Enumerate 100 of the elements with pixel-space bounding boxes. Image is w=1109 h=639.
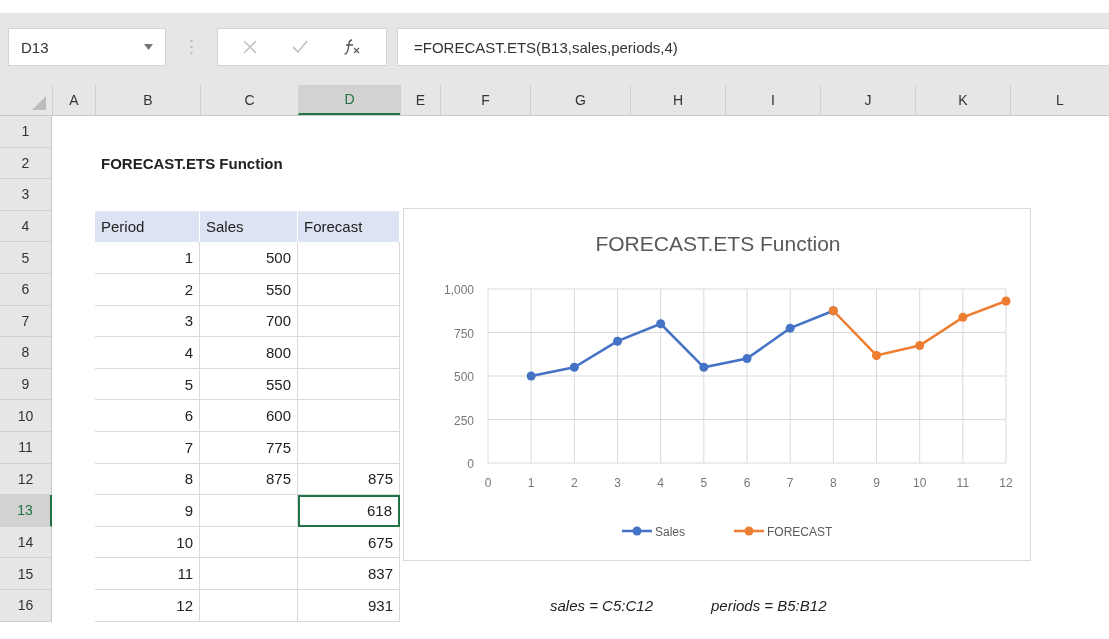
- row-header[interactable]: 16: [0, 589, 52, 622]
- grip-icon: [190, 39, 193, 55]
- row-header[interactable]: 3: [0, 179, 52, 211]
- chart-title: FORECAST.ETS Function: [595, 232, 841, 255]
- table-header-cell: Period: [95, 210, 200, 243]
- row-header[interactable]: 5: [0, 242, 52, 274]
- x-axis-label: 10: [913, 476, 927, 490]
- table-cell[interactable]: 500: [200, 242, 298, 274]
- row-header[interactable]: 13: [0, 495, 52, 527]
- legend-marker-icon: [622, 526, 652, 536]
- table-cell[interactable]: [200, 495, 298, 527]
- table-cell[interactable]: [298, 273, 400, 306]
- column-header[interactable]: K: [915, 85, 1010, 115]
- table-cell[interactable]: 7: [95, 431, 200, 464]
- table-cell[interactable]: 875: [200, 463, 298, 496]
- table-cell[interactable]: 4: [95, 337, 200, 369]
- y-axis-label: 500: [453, 370, 474, 384]
- table-cell[interactable]: 3: [95, 305, 200, 338]
- column-header[interactable]: J: [820, 85, 915, 115]
- insert-function-icon[interactable]: [342, 39, 361, 55]
- column-header[interactable]: F: [440, 85, 530, 115]
- table-cell[interactable]: [298, 400, 400, 432]
- table-cell[interactable]: 1: [95, 242, 200, 274]
- row-header[interactable]: 11: [0, 431, 52, 464]
- legend-label: FORECAST: [767, 525, 833, 539]
- x-axis-label: 2: [571, 476, 578, 490]
- table-cell[interactable]: 875: [298, 463, 400, 496]
- point: [569, 362, 579, 372]
- legend-label: Sales: [655, 525, 686, 539]
- y-axis-label: 250: [453, 413, 474, 428]
- note-text: periods = B5:B12: [711, 597, 827, 615]
- row-header[interactable]: 15: [0, 558, 52, 590]
- table-cell[interactable]: 10: [95, 526, 200, 559]
- table-cell[interactable]: 6: [95, 400, 200, 432]
- row-header[interactable]: 2: [0, 147, 52, 180]
- note-text: sales = C5:C12: [550, 597, 653, 615]
- row-header[interactable]: 1: [0, 116, 52, 148]
- table-cell[interactable]: 675: [298, 526, 400, 559]
- row-header[interactable]: 14: [0, 526, 52, 559]
- x-axis-label: 11: [956, 476, 970, 490]
- row-header[interactable]: 8: [0, 337, 52, 369]
- formula-field[interactable]: =FORECAST.ETS(B13,sales,periods,4): [397, 28, 1109, 66]
- table-cell[interactable]: 931: [298, 589, 400, 622]
- dropdown-caret-icon[interactable]: [144, 44, 153, 50]
- column-header[interactable]: A: [52, 85, 95, 115]
- select-all-icon[interactable]: [32, 96, 46, 110]
- table-cell[interactable]: 700: [200, 305, 298, 338]
- column-header[interactable]: G: [530, 85, 630, 115]
- table-cell[interactable]: 618: [298, 495, 400, 527]
- table-cell[interactable]: [298, 431, 400, 464]
- point: [742, 354, 752, 364]
- column-header[interactable]: H: [630, 85, 725, 115]
- row-header[interactable]: 10: [0, 400, 52, 432]
- row-header[interactable]: 7: [0, 305, 52, 338]
- row-header[interactable]: 12: [0, 463, 52, 496]
- column-header[interactable]: B: [95, 85, 200, 115]
- table-cell[interactable]: [298, 305, 400, 338]
- table-cell[interactable]: 800: [200, 337, 298, 369]
- y-axis-label: 0: [467, 457, 474, 471]
- table-cell[interactable]: [298, 242, 400, 274]
- table-cell[interactable]: [200, 526, 298, 559]
- x-axis-label: 8: [830, 476, 837, 490]
- cancel-icon[interactable]: [243, 40, 258, 54]
- row-header[interactable]: 9: [0, 368, 52, 401]
- point: [656, 319, 666, 329]
- check-icon[interactable]: [292, 40, 308, 54]
- table-cell[interactable]: 5: [95, 368, 200, 401]
- table-cell[interactable]: 2: [95, 273, 200, 306]
- table-cell[interactable]: 550: [200, 273, 298, 306]
- table-cell[interactable]: 9: [95, 495, 200, 527]
- row-header[interactable]: 6: [0, 273, 52, 306]
- table-cell[interactable]: 775: [200, 431, 298, 464]
- x-axis-label: 9: [873, 476, 880, 490]
- column-header[interactable]: E: [400, 85, 440, 115]
- column-header[interactable]: L: [1010, 85, 1109, 115]
- point: [915, 341, 925, 351]
- table-cell[interactable]: 600: [200, 400, 298, 432]
- point: [526, 371, 536, 381]
- table-cell[interactable]: [200, 589, 298, 622]
- table-header-cell: Forecast: [298, 210, 400, 243]
- x-axis-label: 7: [786, 476, 794, 490]
- table-cell[interactable]: [298, 337, 400, 369]
- x-axis-label: 6: [743, 476, 751, 490]
- table-cell[interactable]: [200, 558, 298, 590]
- name-box[interactable]: D13: [8, 28, 166, 66]
- chart-area[interactable]: FORECAST.ETS Function 0 250 500 750 1,000 0 1 2 3 4 5 6 7 8 9 10 11 12 Sales FORECAST: [403, 208, 1031, 561]
- table-cell[interactable]: 550: [200, 368, 298, 401]
- row-header[interactable]: 4: [0, 210, 52, 243]
- table-cell[interactable]: 837: [298, 558, 400, 590]
- column-header[interactable]: D: [298, 85, 400, 115]
- table-header-cell: Sales: [200, 210, 298, 243]
- table-cell[interactable]: [298, 368, 400, 401]
- table-cell[interactable]: 12: [95, 589, 200, 622]
- table-cell[interactable]: 8: [95, 463, 200, 496]
- table-cell[interactable]: 11: [95, 558, 200, 590]
- point: [958, 312, 968, 322]
- column-header[interactable]: I: [725, 85, 820, 115]
- point: [613, 336, 622, 346]
- point: [699, 362, 709, 372]
- y-axis-label: 1,000: [443, 283, 474, 297]
